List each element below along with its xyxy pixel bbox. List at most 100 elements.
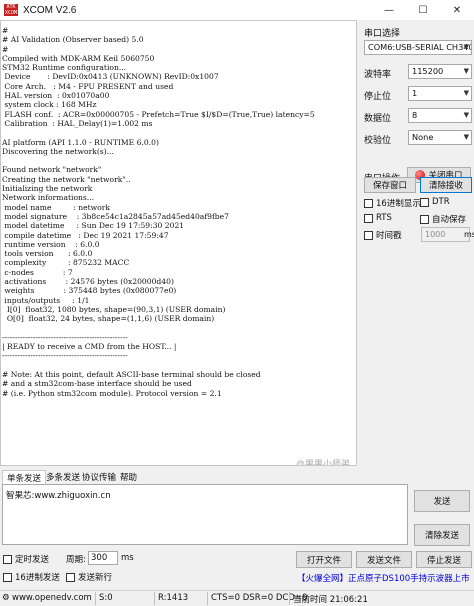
terminal-line: | READY to receive a CMD from the HOST..… (2, 342, 177, 352)
terminal-line: I[0] float32, 1080 bytes, shape=(90,3,1)… (2, 304, 226, 314)
port-select[interactable]: COM6:USB-SERIAL CH340 ▼ (364, 40, 472, 55)
parity-select[interactable]: None ▼ (408, 130, 472, 145)
rts-label: RTS (376, 213, 392, 223)
watermark: @果果小师弟 (295, 459, 350, 466)
terminal-line: Device : DevID:0x0413 (UNKNOWN) RevID:0x… (2, 72, 219, 82)
terminal-line: # and a stm32com-base interface should b… (2, 379, 192, 389)
send-newline-checkbox[interactable]: 发送新行 (66, 571, 112, 583)
terminal-line: # (2, 44, 9, 54)
chevron-down-icon: ▼ (463, 133, 469, 141)
stop-send-button[interactable]: 停止发送 (416, 551, 472, 568)
terminal-line: inputs/outputs : 1/1 (2, 295, 90, 305)
send-input[interactable]: 智果芯:www.zhiguoxin.cn (2, 484, 408, 545)
checkbox-box (3, 572, 12, 582)
data-bits-select[interactable]: 8 ▼ (408, 108, 472, 123)
period-input[interactable]: 300 (88, 551, 118, 565)
stop-bits-value: 1 (412, 88, 418, 98)
auto-save-checkbox[interactable]: 自动保存 (420, 213, 466, 225)
status-divider (95, 592, 96, 605)
rts-checkbox[interactable]: RTS (364, 213, 392, 223)
terminal-line: c-nodes : 7 (2, 267, 73, 277)
stop-bits-label: 停止位 (364, 92, 392, 102)
terminal-line: HAL version : 0x01070a00 (2, 91, 110, 101)
send-file-button[interactable]: 发送文件 (356, 551, 412, 568)
clear-receive-button[interactable]: 清除接收 (420, 177, 472, 193)
terminal-line: Network informations... (2, 193, 95, 203)
chevron-down-icon: ▼ (463, 67, 469, 75)
baud-select[interactable]: 115200 ▼ (408, 64, 472, 79)
terminal-line: Core Arch. : M4 - FPU PRESENT and used (2, 81, 174, 91)
title-bar: ATK XCOM XCOM V2.6 — ☐ ✕ (0, 0, 474, 20)
send-input-text: 智果芯:www.zhiguoxin.cn (6, 491, 111, 501)
checkbox-box (3, 554, 12, 564)
port-select-label: 串口选择 (364, 29, 401, 39)
sent-count: S:0 (99, 593, 113, 603)
terminal-line: Discovering the network(s)... (2, 146, 114, 156)
terminal-line: # Note: At this point, default ASCII-bas… (2, 369, 261, 379)
period-value: 300 (91, 553, 108, 563)
send-options: 定时发送 周期: 300 ms 16进制发送 发送新行 打开文件 发送文件 停止… (0, 548, 474, 588)
terminal-line: weights : 375448 bytes (0x080077e0) (2, 286, 177, 296)
dtr-checkbox[interactable]: DTR (420, 197, 450, 207)
terminal-line: tools version : 6.0.0 (2, 249, 93, 259)
status-bar: ⚙ www.openedv.com S:0 R:1413 CTS=0 DSR=0… (0, 590, 474, 606)
timestamp-label: 时间戳 (376, 231, 402, 241)
status-divider (154, 592, 155, 605)
send-button[interactable]: 发送 (414, 490, 470, 512)
settings-panel: 串口选择 COM6:USB-SERIAL CH340 ▼ 波特率 115200 ▼ … (361, 20, 474, 465)
hex-display-checkbox[interactable]: 16进制显示 (364, 197, 421, 209)
save-window-button[interactable]: 保存窗口 (364, 177, 416, 193)
terminal-line: model name : network (2, 202, 110, 212)
terminal-line: Found network "network" (2, 165, 102, 175)
website-link[interactable]: www.openedv.com (12, 593, 92, 603)
terminal-line: complexity : 875232 MACC (2, 258, 130, 268)
minimize-button[interactable]: — (372, 0, 406, 20)
send-newline-label: 发送新行 (78, 573, 113, 583)
timestamp-checkbox[interactable]: 时间戳 (364, 229, 402, 241)
receive-terminal[interactable]: # # AI Validation (Observer based) 5.0 # Co… (0, 20, 357, 466)
window-title: XCOM V2.6 (23, 4, 77, 16)
app-logo-icon: ATK XCOM (4, 4, 18, 16)
hex-send-checkbox[interactable]: 16进制发送 (3, 571, 60, 583)
promo-banner-link[interactable]: 【火爆全网】正点原子DS100手持示波器上市 (297, 572, 470, 584)
gear-icon[interactable]: ⚙ (2, 593, 10, 603)
period-label: 周期: (66, 555, 86, 565)
terminal-line: Initializing the network (2, 184, 93, 194)
maximize-button[interactable]: ☐ (406, 0, 440, 20)
checkbox-box (364, 213, 373, 223)
clear-send-button[interactable]: 清除发送 (414, 524, 470, 546)
timestamp-ms-input[interactable]: 1000 (421, 227, 470, 242)
terminal-line: AI platform (API 1.1.0 - RUNTIME 6.0.0) (2, 137, 159, 147)
stop-bits-select[interactable]: 1 ▼ (408, 86, 472, 101)
status-divider (207, 592, 208, 605)
checkbox-box (66, 572, 75, 582)
timestamp-unit: ms (464, 230, 474, 239)
terminal-line: Calibration : HAL_Delay(1)=1.002 ms (2, 118, 153, 128)
baud-label: 波特率 (364, 70, 392, 80)
terminal-line: Creating the network "network".. (2, 174, 131, 184)
window-controls: — ☐ ✕ (372, 0, 474, 20)
terminal-line: model datetime : Sun Dec 19 17:59:30 202… (2, 221, 185, 231)
tab-help[interactable]: 帮助 (116, 470, 141, 484)
tab-protocol[interactable]: 协议传输 (78, 470, 120, 484)
parity-value: None (412, 132, 434, 142)
open-file-button[interactable]: 打开文件 (296, 551, 352, 568)
terminal-line: runtime version : 6.0.0 (2, 239, 100, 249)
terminal-line: FLASH conf. : ACR=0x00000705 - Prefetch=… (2, 109, 315, 119)
terminal-line: ----------------------------------------… (2, 332, 128, 342)
checkbox-box (420, 214, 429, 224)
timed-send-checkbox[interactable]: 定时发送 (3, 553, 49, 565)
close-window-button[interactable]: ✕ (440, 0, 474, 20)
terminal-line: compile datetime : Dec 19 2021 17:59:47 (2, 230, 169, 240)
data-bits-label: 数据位 (364, 114, 392, 124)
chevron-down-icon: ▼ (463, 89, 469, 97)
chevron-down-icon: ▼ (463, 43, 469, 51)
terminal-line: STM32 Runtime configuration... (2, 63, 127, 73)
tab-single-send[interactable]: 单条发送 (2, 470, 47, 484)
terminal-output: # # AI Validation (Observer based) 5.0 # Co… (1, 21, 356, 398)
terminal-line: # AI Validation (Observer based) 5.0 (2, 35, 144, 45)
port-select-value: COM6:USB-SERIAL CH340 (368, 42, 472, 52)
terminal-line: model signature : 3b8ce54c1a2845a57ad45e… (2, 211, 229, 221)
